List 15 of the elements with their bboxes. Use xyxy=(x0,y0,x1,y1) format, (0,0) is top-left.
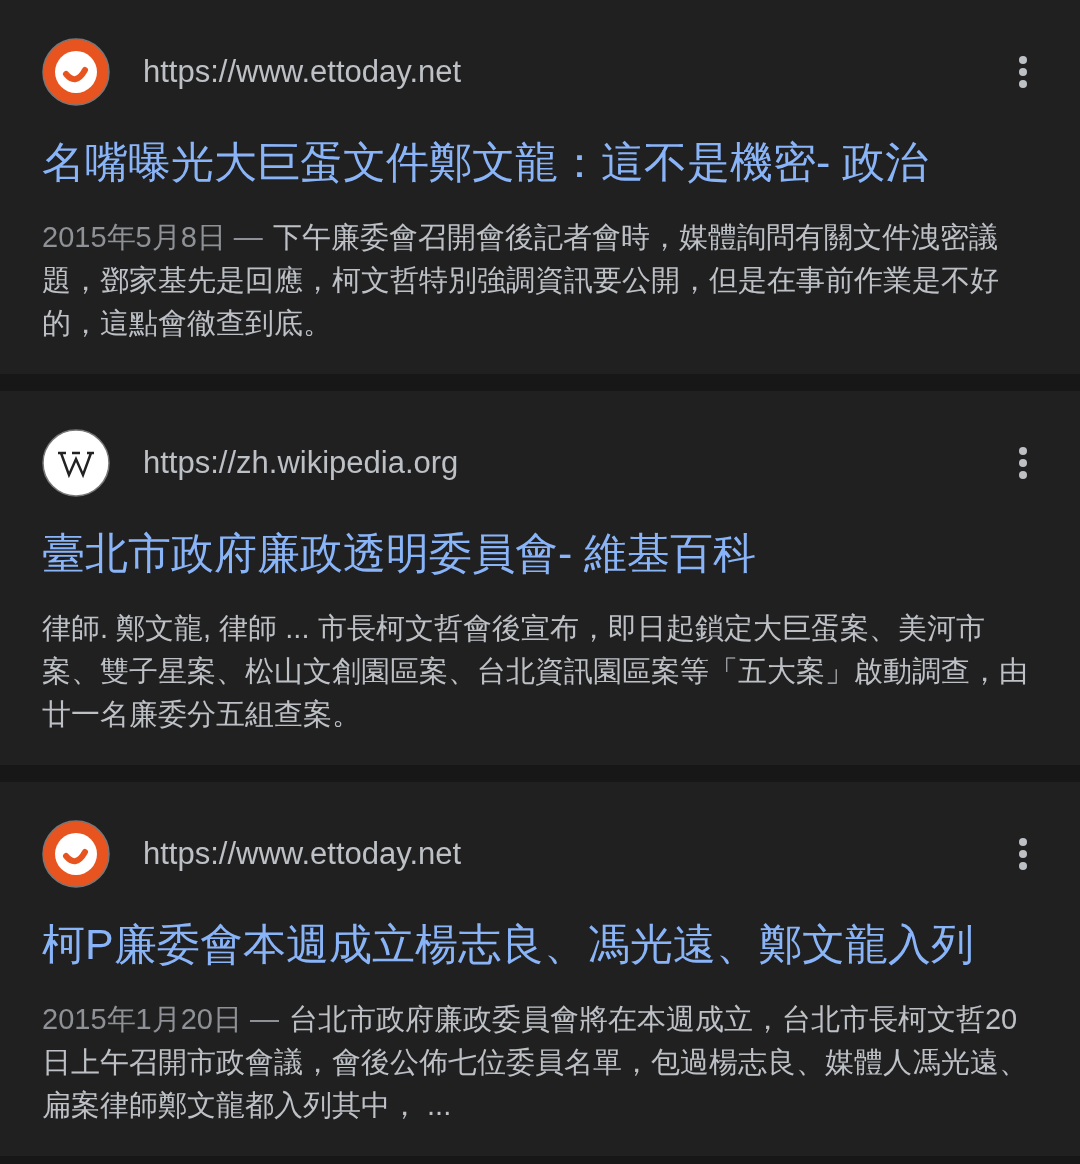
more-options-icon[interactable] xyxy=(1018,56,1028,88)
more-options-icon[interactable] xyxy=(1018,838,1028,870)
smile-logo-icon xyxy=(42,38,110,106)
wikipedia-logo-icon xyxy=(42,429,110,497)
site-url[interactable]: https://zh.wikipedia.org xyxy=(143,439,1018,487)
site-url[interactable]: https://www.ettoday.net xyxy=(143,830,1018,878)
result-snippet: 律師. 鄭文龍, 律師 ... 市長柯文哲會後宣布，即日起鎖定大巨蛋案、美河市案、雙子星案、松山文創園區案、台北資訊園區案等「五大案」啟動調查，由廿一名廉委分五組查案。 xyxy=(42,611,1029,732)
result-title-link[interactable]: 臺北市政府廉政透明委員會- 維基百科 xyxy=(42,527,1040,579)
result-snippet: 2015年5月8日 — 下午廉委會召開會後記者會時，媒體詢問有關文件洩密議題，鄧家基先是回應，柯文哲特別強調資訊要公開，但是在事前作業是不好的，這點會徹查到底。 xyxy=(42,220,1000,341)
result-title-link[interactable]: 柯P廉委會本週成立楊志良、馮光遠、鄭文龍入列 xyxy=(42,918,1040,970)
site-url[interactable]: https://www.ettoday.net xyxy=(143,48,1018,96)
result-title-link[interactable]: 名嘴曝光大巨蛋文件鄭文龍：這不是機密- 政治 xyxy=(42,136,1040,188)
result-snippet: 2015年1月20日 — 台北市政府廉政委員會將在本週成立，台北市長柯文哲20日上午召開市政會議，會後公佈七位委員名單，包過楊志良、媒體人馮光遠、扁案律師鄭文龍都入列其中， ... xyxy=(42,1002,1029,1123)
smile-logo-icon xyxy=(42,820,110,888)
more-options-icon[interactable] xyxy=(1018,447,1028,479)
